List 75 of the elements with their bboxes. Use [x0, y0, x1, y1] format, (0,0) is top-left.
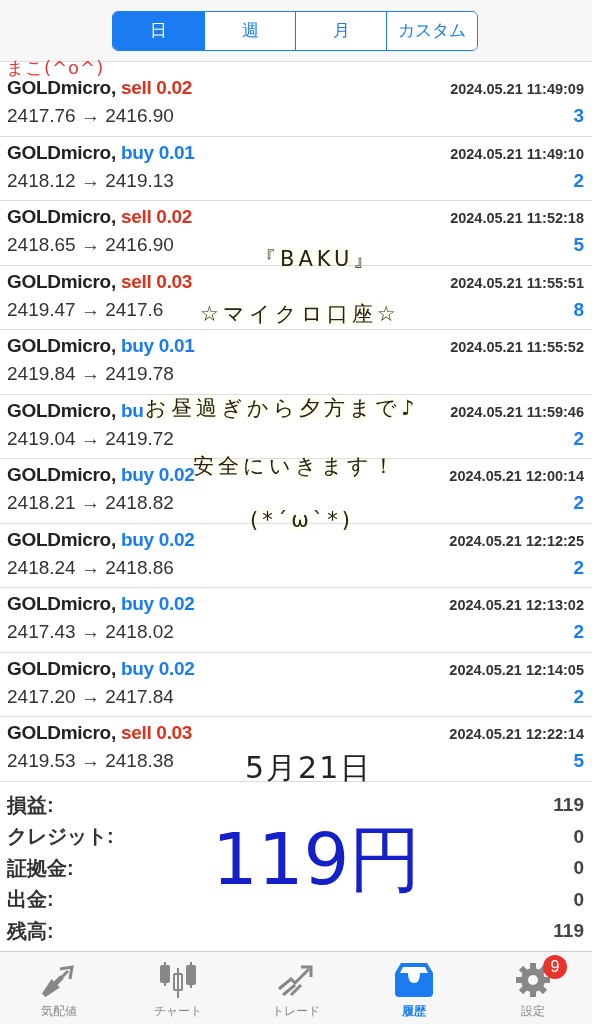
deal-time: 2024.05.21 12:12:25 — [449, 532, 584, 549]
handwritten-note: お昼過ぎから夕方まで♪ — [145, 395, 419, 422]
deal-title: GOLDmicro, buy 0.02 — [7, 593, 195, 615]
period-tab[interactable]: カスタム — [386, 11, 477, 50]
handwritten-note: まこ(^o^) — [6, 56, 105, 80]
deal-prices: 2419.53 → 2418.38 — [7, 750, 174, 772]
deal-prices: 2417.43 → 2418.02 — [7, 621, 174, 643]
deal-title: GOLDmicro, sell 0.03 — [7, 270, 193, 293]
candlestick-icon — [158, 962, 197, 998]
deal-time: 2024.05.21 11:49:09 — [450, 81, 584, 97]
deal-profit: 2 — [573, 427, 584, 450]
handwritten-note: (*´ω`*) — [250, 508, 354, 532]
nav-tab[interactable]: トレード — [236, 952, 356, 1024]
deal-title: GOLDmicro, buy 0.01 — [7, 141, 195, 164]
deal-prices: 2419.04 → 2419.72 — [7, 427, 174, 450]
deal-profit: 3 — [573, 105, 584, 127]
deal-title: GOLDmicro, sell 0.02 — [7, 77, 193, 99]
summary-value: 119 — [553, 794, 584, 817]
deal-title: GOLDmicro, buy 0.01 — [7, 335, 195, 357]
nav-tab[interactable]: 9 設定 — [473, 952, 592, 1024]
deal-profit: 2 — [573, 492, 584, 514]
handwritten-note: 安全にいきます！ — [193, 453, 398, 478]
deal-profit: 2 — [573, 556, 584, 579]
settings-icon — [514, 962, 551, 998]
deal-title: GOLDmicro, sell 0.02 — [7, 206, 193, 228]
summary-value: 0 — [573, 825, 584, 848]
deal-prices: 2418.65 → 2416.90 — [7, 234, 174, 256]
deal-time: 2024.05.21 12:14:05 — [449, 661, 584, 678]
deal-prices: 2419.84 → 2419.78 — [7, 363, 174, 385]
summary-label: 残高: — [7, 918, 54, 944]
diagonal-arrows-icon — [42, 963, 77, 997]
deal-profit: 2 — [573, 621, 584, 643]
period-tab[interactable]: 日 — [113, 11, 204, 50]
summary-label: 損益: — [7, 792, 54, 818]
summary-value: 119 — [553, 920, 584, 943]
deal-time: 2024.05.21 11:55:51 — [450, 274, 584, 291]
summary-value: 0 — [573, 857, 584, 880]
deal-time: 2024.05.21 12:13:02 — [449, 597, 584, 613]
deal-title: GOLDmicro, bu — [7, 399, 144, 422]
handwritten-date: 5月21日 — [245, 749, 373, 787]
period-tab[interactable]: 週 — [204, 11, 295, 50]
deal-prices: 2417.76 → 2416.90 — [7, 105, 174, 127]
deal-prices: 2419.47 → 2417.6 — [7, 298, 164, 321]
deal-profit: 5 — [573, 750, 584, 772]
handwritten-note: ☆マイクロ口座☆ — [200, 301, 400, 328]
period-tab[interactable]: 月 — [295, 11, 386, 50]
deal-prices: 2417.20 → 2417.84 — [7, 685, 174, 708]
summary-label: クレジット: — [7, 824, 114, 850]
deal-prices: 2418.24 → 2418.86 — [7, 556, 174, 579]
deal-profit: 5 — [573, 234, 584, 256]
deal-prices: 2418.21 → 2418.82 — [7, 492, 174, 514]
deal-prices: 2418.12 → 2419.13 — [7, 169, 174, 192]
handwritten-note: 『BAKU』 — [255, 246, 379, 273]
deal-profit: 2 — [573, 685, 584, 708]
deal-time: 2024.05.21 11:49:10 — [450, 145, 584, 162]
trend-arrow-icon — [277, 963, 315, 997]
deal-time: 2024.05.21 11:59:46 — [450, 403, 584, 420]
notification-badge: 9 — [542, 955, 567, 979]
deal-title: GOLDmicro, buy 0.02 — [7, 528, 195, 551]
deal-profit: 2 — [573, 169, 584, 192]
nav-tab[interactable]: 気配値 — [0, 952, 119, 1024]
summary-value: 0 — [573, 888, 584, 911]
summary-label: 証拠金: — [7, 855, 74, 881]
nav-tab[interactable]: 履歴 — [355, 952, 474, 1024]
deal-time: 2024.05.21 11:55:52 — [450, 339, 584, 355]
nav-tab[interactable]: チャート — [118, 952, 237, 1024]
inbox-tray-icon — [395, 963, 434, 997]
deal-time: 2024.05.21 12:22:14 — [449, 726, 584, 742]
deal-profit: 8 — [573, 298, 584, 321]
deal-time: 2024.05.21 12:00:14 — [449, 468, 584, 484]
deal-time: 2024.05.21 11:52:18 — [450, 210, 584, 226]
handwritten-amount: 119円 — [212, 816, 422, 903]
deal-title: GOLDmicro, sell 0.03 — [7, 722, 193, 744]
deal-title: GOLDmicro, buy 0.02 — [7, 657, 195, 680]
summary-label: 出金: — [7, 887, 54, 913]
